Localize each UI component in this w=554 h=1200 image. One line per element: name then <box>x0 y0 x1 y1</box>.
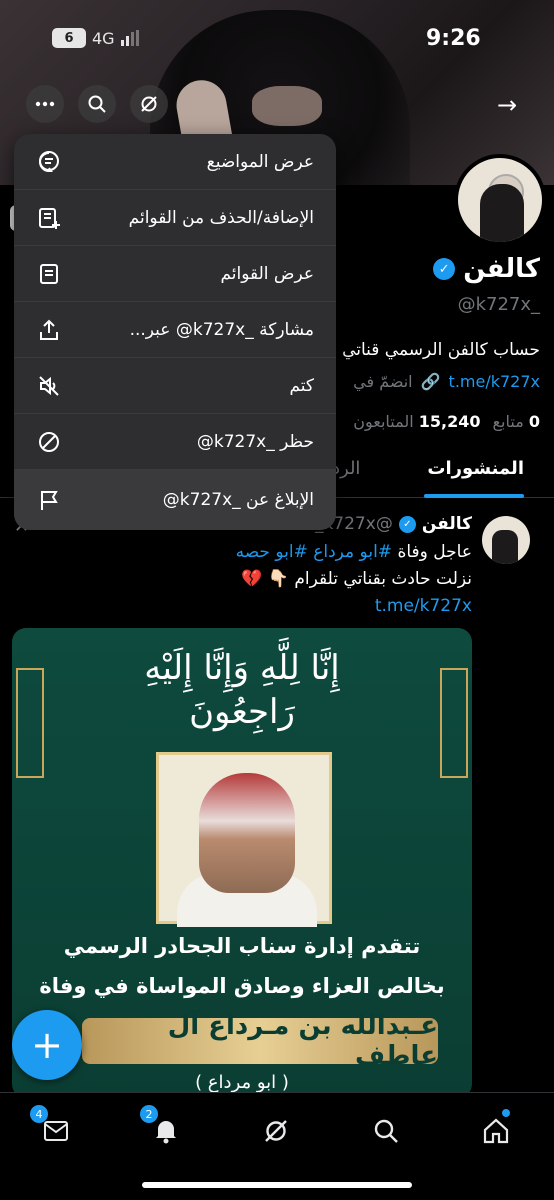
tab-posts[interactable]: المنشورات <box>427 458 524 479</box>
app-root: 6 4G 9:26 → كالفن ✓ @k727x_ حساب كالفن ا… <box>0 0 554 1200</box>
post-text-line-1: عاجل وفاة #ابو مرداع #ابو حصه <box>236 542 472 562</box>
compose-post-button[interactable]: + <box>12 1010 82 1080</box>
profile-bio: حساب كالفن الرسمي قناتي <box>342 340 540 360</box>
menu-item-view-lists[interactable]: عرض القوائم <box>14 246 336 302</box>
back-arrow-button[interactable]: → <box>490 88 524 122</box>
menu-item-label: عرض المواضيع <box>206 151 314 172</box>
plus-icon: + <box>31 1023 63 1067</box>
share-icon <box>36 317 62 343</box>
mute-icon <box>36 373 62 399</box>
verified-badge-icon: ✓ <box>433 258 456 280</box>
post-author-name[interactable]: كالفن <box>422 514 472 534</box>
report-flag-icon <box>36 487 62 513</box>
image-calligraphy: إِنَّا لِلَّهِ وَإِنَّا إِلَيْهِ رَاجِعُ… <box>144 648 340 733</box>
profile-stats: 0 متابع 15,240 المتابعون <box>353 412 540 431</box>
home-unread-dot <box>502 1109 510 1117</box>
menu-item-mute[interactable]: كتم <box>14 358 336 414</box>
profile-avatar[interactable] <box>454 154 546 246</box>
ornament-right <box>440 668 468 778</box>
post-avatar-figure <box>492 530 518 564</box>
nav-notifications[interactable]: 2 <box>140 1105 186 1151</box>
more-options-menu: عرض المواضيع الإضافة/الحذف من القوائم عر… <box>14 134 336 530</box>
more-dots-icon <box>35 101 55 107</box>
menu-item-label: عرض القوائم <box>220 263 314 284</box>
followers-count: 15,240 <box>418 412 481 431</box>
hashtag-link[interactable]: #ابو مرداع <box>313 542 392 562</box>
search-button[interactable] <box>78 85 116 123</box>
notifications-badge: 2 <box>140 1105 158 1123</box>
link-icon: 🔗 <box>420 372 441 391</box>
nav-messages[interactable]: 4 <box>30 1105 76 1151</box>
menu-item-share[interactable]: مشاركة _k727x@ عبر... <box>14 302 336 358</box>
ornament-left <box>16 668 44 778</box>
profile-link[interactable]: t.me/k727x <box>449 372 540 391</box>
menu-item-label: مشاركة _k727x@ عبر... <box>129 319 314 340</box>
messages-badge: 4 <box>30 1105 48 1123</box>
profile-handle: @k727x_ <box>457 294 540 315</box>
more-options-button[interactable] <box>26 85 64 123</box>
nav-home[interactable] <box>476 1109 516 1151</box>
menu-item-add-remove-lists[interactable]: الإضافة/الحذف من القوائم <box>14 190 336 246</box>
mail-icon <box>44 1121 68 1141</box>
menu-item-label: كتم <box>289 375 314 396</box>
post-author-avatar[interactable] <box>482 516 530 564</box>
profile-name-text: كالفن <box>463 254 540 284</box>
followers-stat[interactable]: 15,240 المتابعون <box>353 412 480 431</box>
image-nickname: ( ابو مرداع ) <box>195 1072 289 1093</box>
profile-meta: t.me/k727x 🔗 انضمّ في <box>353 372 540 391</box>
active-tab-indicator <box>424 494 524 498</box>
arrow-right-icon: → <box>496 91 518 119</box>
network-type: 4G <box>92 28 115 48</box>
followers-label: المتابعون <box>353 412 414 431</box>
block-icon <box>36 429 62 455</box>
post-verified-icon: ✓ <box>398 515 416 533</box>
portrait-head <box>199 773 295 893</box>
signal-bars-icon <box>120 30 139 46</box>
post-text-line-2: نزلت حادث بقناتي تلقرام 👇🏻 💔 <box>241 569 472 589</box>
home-indicator <box>142 1182 412 1188</box>
menu-item-label: الإضافة/الحذف من القوائم <box>128 207 314 228</box>
home-icon <box>483 1118 509 1144</box>
hashtag-link[interactable]: #ابو حصه <box>236 542 308 562</box>
lists-icon <box>36 261 62 287</box>
search-icon <box>374 1119 398 1143</box>
image-portrait <box>156 752 332 927</box>
nav-grok[interactable] <box>256 1111 296 1151</box>
grok-button[interactable] <box>130 85 168 123</box>
search-icon <box>88 95 106 113</box>
post-text-lead: عاجل وفاة <box>397 542 472 562</box>
list-add-icon <box>36 205 62 231</box>
following-label: متابع <box>492 412 524 431</box>
image-text-line-2: بخالص العزاء وصادق المواساة في وفاة <box>39 974 445 998</box>
following-stat[interactable]: 0 متابع <box>493 412 540 431</box>
post-image[interactable]: إِنَّا لِلَّهِ وَإِنَّا إِلَيْهِ رَاجِعُ… <box>12 628 472 1098</box>
menu-item-topics[interactable]: عرض المواضيع <box>14 134 336 190</box>
post-link[interactable]: t.me/k727x <box>375 596 472 616</box>
signal-group: 6 4G <box>52 28 139 48</box>
image-name-band: عـبدالله بن مـرداع آل عاطف <box>82 1011 438 1071</box>
following-count: 0 <box>528 412 540 431</box>
menu-item-report[interactable]: الإبلاغ عن _k727x@ <box>14 470 336 530</box>
tab-replies[interactable]: الرد <box>332 458 360 479</box>
banner-face <box>252 86 322 126</box>
topics-icon <box>36 149 62 175</box>
image-text-line-1: تتقدم إدارة سناب الجحادر الرسمي <box>63 934 421 958</box>
nav-search[interactable] <box>366 1111 406 1151</box>
joined-date: انضمّ في <box>353 372 413 391</box>
grok-icon <box>265 1120 287 1142</box>
clock: 9:26 <box>426 26 481 51</box>
profile-name: كالفن ✓ <box>433 254 540 284</box>
menu-item-label: حظر _k727x@ <box>196 431 314 452</box>
menu-item-label: الإبلاغ عن _k727x@ <box>162 490 314 510</box>
menu-item-block[interactable]: حظر _k727x@ <box>14 414 336 470</box>
bell-icon <box>156 1121 176 1144</box>
grok-icon <box>141 96 157 112</box>
avatar-figure <box>480 184 524 242</box>
status-bar: 6 4G 9:26 <box>0 0 554 72</box>
post-header: كالفن ✓ @k727x_ <box>315 514 472 534</box>
notification-count-badge: 6 <box>52 28 86 48</box>
